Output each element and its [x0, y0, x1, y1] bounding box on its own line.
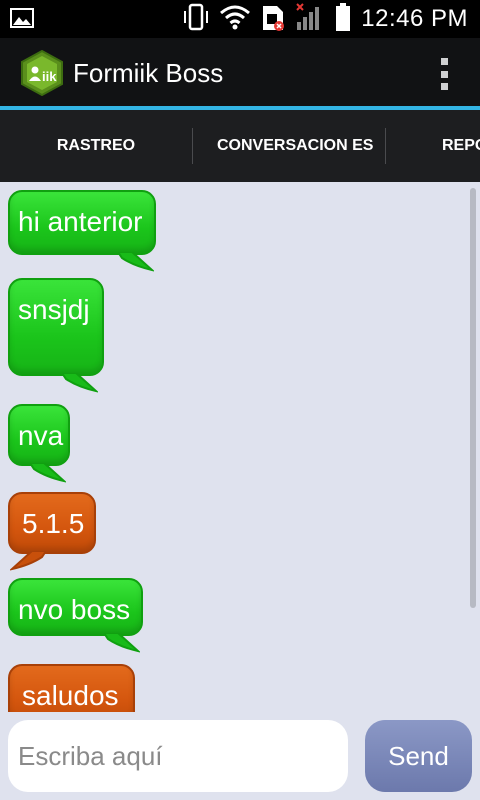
status-time: 12:46 PM: [361, 5, 468, 32]
formiik-logo-icon[interactable]: iik: [20, 49, 64, 97]
chat-bubble[interactable]: nvo boss: [8, 578, 143, 636]
image-icon: [10, 8, 34, 28]
bubble-tail: [104, 633, 140, 653]
message-input[interactable]: [8, 720, 348, 792]
tab-separator: [192, 128, 193, 164]
signal-icon: [295, 2, 325, 37]
vibrate-icon: [183, 3, 209, 36]
wifi-icon: [219, 4, 251, 35]
chat-message-list[interactable]: hi anterior snsjdj nva 5.1.5 nvo boss sa…: [0, 182, 480, 712]
action-bar: iik Formiik Boss: [0, 38, 480, 106]
tab-conversaciones[interactable]: CONVERSACION ES: [196, 110, 384, 182]
message-input-bar: Send: [0, 712, 480, 800]
chat-scrollbar[interactable]: [470, 188, 476, 608]
message-text: snsjdj: [18, 294, 90, 325]
app-title: Formiik Boss: [73, 58, 224, 88]
message-text: nva: [18, 420, 64, 451]
screen: 12:46 PM iik Formiik Boss RASTREO CONVER…: [0, 0, 480, 800]
message-text: 5.1.5: [22, 508, 85, 539]
battery-icon: [335, 2, 351, 37]
tab-bar: RASTREO CONVERSACION ES REPO: [0, 110, 480, 182]
bubble-tail: [10, 551, 46, 571]
sim-error-icon: [261, 2, 285, 37]
message-text: nvo boss: [18, 594, 131, 625]
bubble-tail: [118, 252, 154, 272]
status-bar: 12:46 PM: [0, 0, 480, 38]
overflow-menu-icon[interactable]: [438, 58, 450, 90]
send-button[interactable]: Send: [365, 720, 472, 792]
tab-reportes[interactable]: REPO: [388, 110, 480, 182]
message-text: saludos: [22, 680, 119, 711]
chat-bubble[interactable]: snsjdj: [8, 278, 104, 376]
message-text: hi anterior: [18, 206, 143, 237]
chat-bubble[interactable]: nva: [8, 404, 70, 466]
tab-rastreo[interactable]: RASTREO: [0, 110, 192, 182]
tab-separator: [385, 128, 386, 164]
chat-bubble[interactable]: hi anterior: [8, 190, 156, 255]
chat-bubble[interactable]: 5.1.5: [8, 492, 96, 554]
status-icons: 12:46 PM: [183, 0, 468, 38]
bubble-tail: [62, 373, 98, 393]
svg-text:iik: iik: [42, 69, 57, 84]
bubble-tail: [30, 463, 66, 483]
chat-bubble[interactable]: saludos: [8, 664, 135, 712]
